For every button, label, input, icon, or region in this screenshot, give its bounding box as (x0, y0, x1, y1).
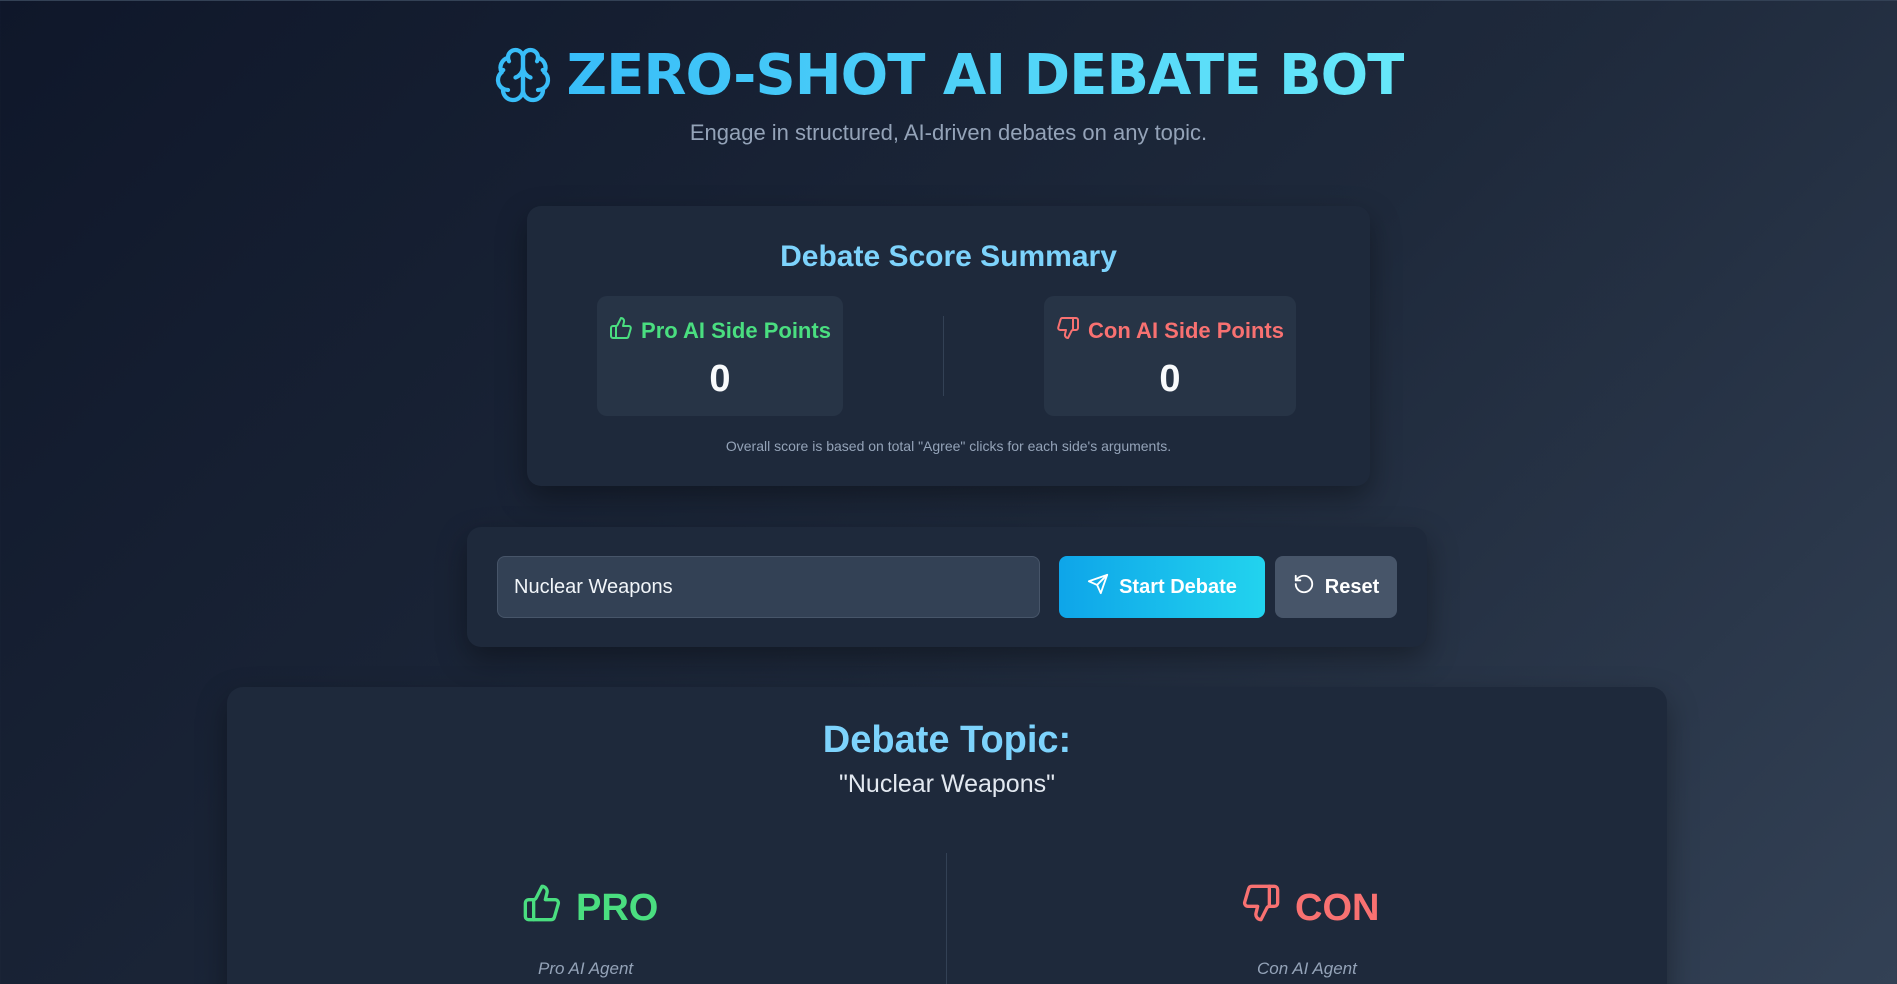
top-border (0, 0, 1897, 1)
send-icon (1087, 573, 1109, 601)
app-subtitle: Engage in structured, AI-driven debates … (689, 120, 1208, 145)
column-divider (946, 853, 947, 984)
pro-score-label: Pro AI Side Points (597, 316, 843, 346)
debate-topic-name: "Nuclear Weapons" (838, 770, 1055, 798)
reset-button[interactable]: Reset (1275, 556, 1397, 618)
con-agent-label: Con AI Agent (1257, 959, 1357, 978)
start-debate-label: Start Debate (1119, 575, 1237, 598)
score-note: Overall score is based on total "Agree" … (725, 438, 1172, 454)
con-column-title: CON (1295, 886, 1380, 929)
con-score-value: 0 (1159, 358, 1181, 400)
thumbs-up-icon (522, 883, 562, 933)
reset-label: Reset (1324, 575, 1380, 598)
thumbs-up-icon (609, 316, 633, 346)
topic-input[interactable] (497, 556, 1040, 618)
pro-column-title: PRO (576, 886, 659, 929)
con-score-label-text: Con AI Side Points (1088, 318, 1284, 343)
start-debate-button[interactable]: Start Debate (1059, 556, 1265, 618)
pro-score-box: Pro AI Side Points 0 (597, 296, 843, 416)
brain-icon (493, 45, 553, 105)
rotate-ccw-icon (1293, 573, 1315, 601)
title-row: ZERO-SHOT AI DEBATE BOT (0, 38, 1897, 112)
topic-input-card: Start Debate Reset (467, 527, 1427, 647)
app-title: ZERO-SHOT AI DEBATE BOT (566, 42, 1406, 108)
pro-score-value: 0 (709, 358, 731, 400)
pro-column-header: PRO (522, 883, 658, 933)
score-divider (943, 316, 944, 396)
pro-agent-label: Pro AI Agent (538, 959, 634, 978)
con-column-header: CON (1241, 883, 1379, 933)
page-header: ZERO-SHOT AI DEBATE BOT Engage in struct… (0, 38, 1897, 146)
debate-topic-card: Debate Topic: "Nuclear Weapons" PRO Pro … (227, 687, 1667, 984)
pro-score-label-text: Pro AI Side Points (641, 318, 831, 343)
thumbs-down-icon (1056, 316, 1080, 346)
score-summary-card: Debate Score Summary Pro AI Side Points … (527, 206, 1370, 486)
thumbs-down-icon (1241, 883, 1281, 933)
debate-topic-heading: Debate Topic: (822, 719, 1072, 761)
con-score-box: Con AI Side Points 0 (1044, 296, 1296, 416)
con-score-label: Con AI Side Points (1044, 316, 1296, 346)
score-summary-title: Debate Score Summary (780, 240, 1117, 273)
